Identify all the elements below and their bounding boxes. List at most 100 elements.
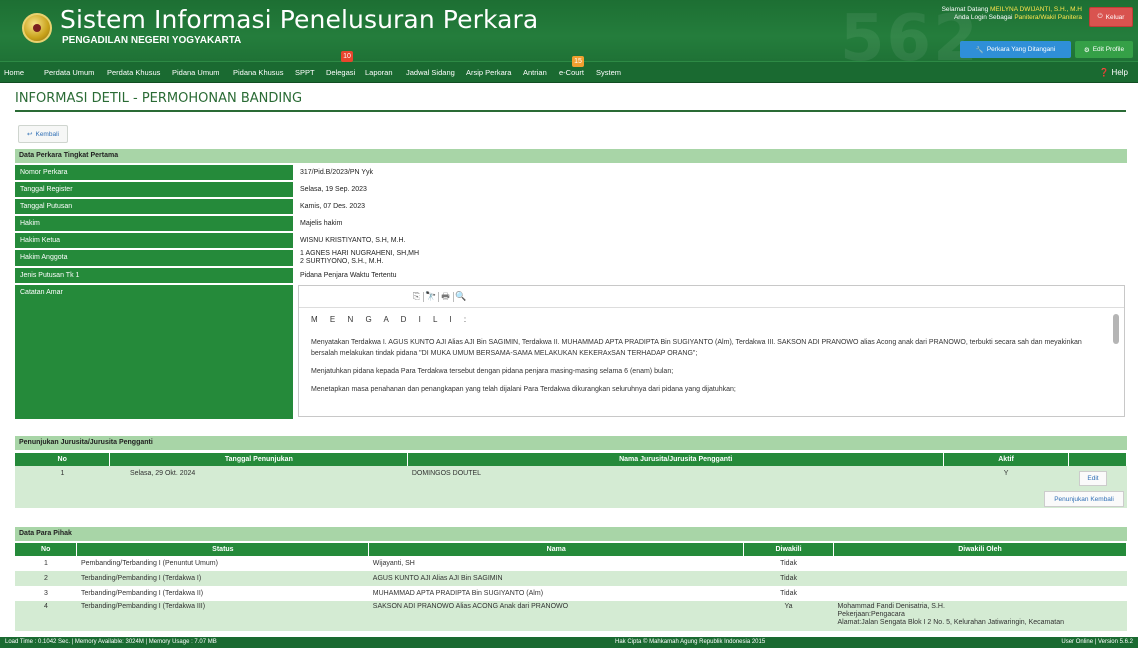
court-name: PENGADILAN NEGERI YOGYAKARTA [62,35,242,46]
cell-status: Terbanding/Pembanding I (Terdakwa I) [76,571,369,586]
label-catatan-amar: Catatan Amar [15,285,293,420]
logout-button[interactable]: ⏻ Keluar [1089,7,1133,27]
nav-perdata-khusus[interactable]: Perdata Khusus [107,62,160,83]
cell-diwakili-oleh [833,586,1127,601]
table-row: 3 Terbanding/Pembanding I (Terdakwa II) … [15,586,1127,601]
copy-icon[interactable]: ⎘ [411,291,422,302]
logout-label: Keluar [1105,13,1125,21]
ecourt-badge: 15 [572,56,584,67]
app-title: Sistem Informasi Penelusuran Perkara [60,5,539,34]
nav-pidana-umum[interactable]: Pidana Umum [172,62,220,83]
wrench-icon: 🔧 [975,46,984,54]
nav-system[interactable]: System [596,62,621,83]
cell-nama: MUHAMMAD APTA PRADIPTA Bin SUGIYANTO (Al… [368,586,744,601]
copyright: Hak Cipta © Mahkamah Agung Republik Indo… [615,639,766,645]
value-nomor-perkara: 317/Pid.B/2023/PN Yyk [300,169,374,176]
cell-nama: AGUS KUNTO AJI Alias AJI Bin SAGIMIN [368,571,744,586]
col-no: No [15,543,78,556]
perkara-ditangani-button[interactable]: 🔧 Perkara Yang Ditangani [960,41,1071,58]
app-header: 562 Sistem Informasi Penelusuran Perkara… [0,0,1138,61]
value-hakim-anggota: 1 AGNES HARI NUGRAHENI, SH,MH 2 SURTIYON… [298,250,1127,267]
delegasi-badge: 10 [341,51,353,62]
amar-paragraph-1: Menyatakan Terdakwa I. AGUS KUNTO AJI Al… [311,339,1082,357]
login-prefix: Anda Login Sebagai [953,14,1013,21]
perkara-ditangani-label: Perkara Yang Ditangani [986,46,1056,53]
table-row: 4 Terbanding/Pembanding I (Terdakwa III)… [15,601,1127,631]
cell-no: 4 [15,601,77,631]
cell-diwakili: Ya [743,601,834,631]
table-header-row: No Status Nama Diwakili Diwakili Oleh [15,543,1127,556]
label-tanggal-putusan: Tanggal Putusan [15,199,293,215]
cell-nama: Wijayanti, SH [368,556,744,571]
col-diwakili-oleh: Diwakili Oleh [833,543,1127,556]
label-jenis-putusan: Jenis Putusan Tk 1 [15,268,293,284]
amar-heading: M E N G A D I L I : [311,315,472,324]
nav-jadwal-sidang[interactable]: Jadwal Sidang [406,62,455,83]
label-hakim-anggota: Hakim Anggota [15,250,293,267]
back-button[interactable]: ↩ Kembali [18,125,68,143]
table-row: 1 Pembanding/Terbanding I (Penuntut Umum… [15,556,1127,571]
title-divider [15,110,1126,112]
nav-pidana-khusus[interactable]: Pidana Khusus [233,62,283,83]
version-info: User Online | Version 5.6.2 [1061,639,1133,645]
table-row: 1 Selasa, 29 Okt. 2024 DOMINGOS DOUTEL Y [15,466,1127,488]
penunjukan-kembali-button[interactable]: Penunjukan Kembali [1044,491,1124,507]
action-cell [15,488,1127,508]
col-status: Status [76,543,370,556]
cell-diwakili: Tidak [743,556,834,571]
cell-diwakili-oleh [833,571,1127,586]
cell-nama: SAKSON ADI PRANOWO Alias ACONG Anak dari… [368,601,744,631]
toolbar-separator [453,292,454,302]
power-icon: ⏻ [1097,13,1103,20]
user-role: Panitera/Wakil Panitera [1014,14,1082,21]
cell-no: 1 [15,556,77,571]
edit-profile-button[interactable]: ⚙ Edit Profile [1075,41,1133,58]
label-hakim-ketua: Hakim Ketua [15,233,293,249]
jurusita-table: No Tanggal Penunjukan Nama Jurusita/Juru… [15,453,1127,508]
cell-diwakili-oleh: Mohammad Fandi Denisatria, S.H. Pekerjaa… [833,601,1127,631]
load-time-info: Load Time : 0.1042 Sec. | Memory Availab… [5,639,217,645]
nav-arsip-perkara[interactable]: Arsip Perkara [466,62,511,83]
reply-arrow-icon: ↩ [27,131,33,138]
value-hakim: Majelis hakim [300,220,343,227]
value-tanggal-register: Selasa, 19 Sep. 2023 [300,186,367,193]
edit-jurusita-button[interactable]: Edit [1079,471,1107,486]
nav-home[interactable]: Home [4,62,24,83]
nav-antrian[interactable]: Antrian [523,62,547,83]
hakim-anggota-2: 2 SURTIYONO, S.H., M.H. [300,258,384,265]
editor-scrollbar[interactable] [1113,314,1119,344]
label-nomor-perkara: Nomor Perkara [15,165,293,181]
nav-laporan[interactable]: Laporan [365,62,393,83]
pihak-section-title: Data Para Pihak [15,527,1127,541]
nav-sppt[interactable]: SPPT [295,62,315,83]
cell-no: 3 [15,586,77,601]
kuasa-pekerjaan: Pekerjaan:Pengacara [837,611,905,618]
cell-no: 1 [15,466,110,488]
main-navbar: Home Perdata Umum Perdata Khusus Pidana … [0,51,1138,83]
cell-nama: DOMINGOS DOUTEL [407,466,944,488]
value-tanggal-putusan: Kamis, 07 Des. 2023 [300,203,365,210]
col-tanggal-penunjukan: Tanggal Penunjukan [109,453,409,466]
toolbar-separator [438,292,439,302]
amar-paragraph-2: Menjatuhkan pidana kepada Para Terdakwa … [311,368,674,375]
nav-perdata-umum[interactable]: Perdata Umum [44,62,94,83]
catatan-amar-editor[interactable]: ⎘ 🔭 🖶 🔍 M E N G A D I L I : Menyatakan T… [298,285,1125,417]
cell-tanggal: Selasa, 29 Okt. 2024 [109,466,408,488]
editor-toolbar: ⎘ 🔭 🖶 🔍 [299,286,1124,308]
help-link[interactable]: ❓ Help [1099,62,1128,83]
kuasa-alamat: Alamat:Jalan Sengata Blok I 2 No. 5, Kel… [837,619,1064,626]
toolbar-separator [423,292,424,302]
cell-diwakili-oleh [833,556,1127,571]
value-hakim-ketua: WISNU KRISTIYANTO, S.H, M.H. [300,237,406,244]
page-title: INFORMASI DETIL - PERMOHONAN BANDING [15,91,303,106]
print-icon[interactable]: 🖶 [440,291,451,302]
hakim-anggota-1: 1 AGNES HARI NUGRAHENI, SH,MH [300,250,420,257]
value-jenis-putusan: Pidana Penjara Waktu Tertentu [300,272,397,279]
nav-delegasi[interactable]: Delegasi [326,62,355,83]
col-aktif: Aktif [943,453,1069,466]
preview-icon[interactable]: 🔍 [455,291,466,302]
find-binoculars-icon[interactable]: 🔭 [425,291,436,302]
label-tanggal-register: Tanggal Register [15,182,293,198]
status-footer: Load Time : 0.1042 Sec. | Memory Availab… [0,637,1138,648]
editor-content[interactable]: M E N G A D I L I : Menyatakan Terdakwa … [311,314,1101,406]
